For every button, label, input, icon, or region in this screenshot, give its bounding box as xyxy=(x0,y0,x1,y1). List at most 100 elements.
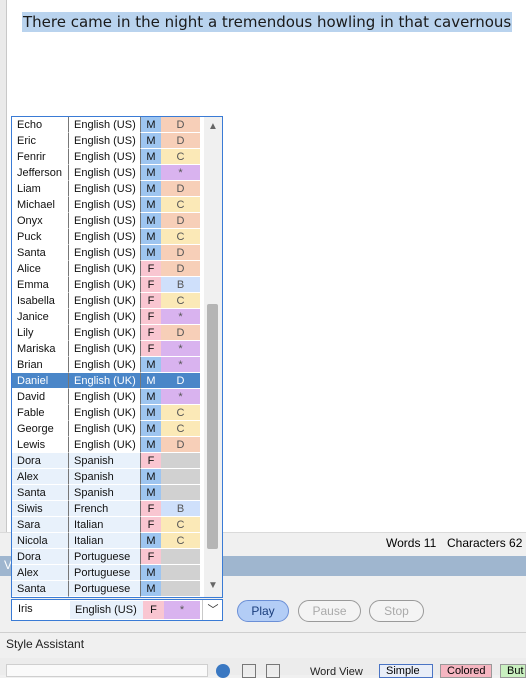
word-view-label: Word View xyxy=(310,666,363,678)
voice-gender: F xyxy=(140,277,161,293)
editor-text[interactable]: There came in the night a tremendous how… xyxy=(22,12,513,32)
voice-list-row[interactable]: Emma English (UK) F B xyxy=(12,277,200,293)
grid-icon[interactable] xyxy=(242,664,256,678)
chevron-down-icon[interactable]: ﹀ xyxy=(202,600,223,620)
voice-list-row[interactable]: Siwis French F B xyxy=(12,501,200,517)
voice-language: Spanish xyxy=(68,469,140,485)
document-icon[interactable] xyxy=(266,664,280,678)
style-assistant-input[interactable] xyxy=(6,664,208,677)
voice-list-row[interactable]: Dora Portuguese F xyxy=(12,549,200,565)
voice-list-row[interactable]: Janice English (UK) F * xyxy=(12,309,200,325)
info-icon[interactable] xyxy=(216,664,230,678)
voice-gender: M xyxy=(140,581,161,597)
voice-select-language: English (US) xyxy=(70,601,143,619)
pause-button[interactable]: Pause xyxy=(298,600,361,622)
voice-name: David xyxy=(12,389,68,405)
voice-list-row[interactable]: George English (UK) M C xyxy=(12,421,200,437)
voice-name: Alex xyxy=(12,469,68,485)
voice-gender: F xyxy=(140,517,161,533)
voice-list-row[interactable]: Jefferson English (US) M * xyxy=(12,165,200,181)
voice-rating: D xyxy=(161,245,200,261)
voice-name: Echo xyxy=(12,117,68,133)
voice-list-row[interactable]: Sara Italian F C xyxy=(12,517,200,533)
scroll-down-icon[interactable]: ▼ xyxy=(204,579,222,593)
voice-language: English (US) xyxy=(68,213,140,229)
voice-language: English (US) xyxy=(68,197,140,213)
voice-list-row[interactable]: Dora Spanish F xyxy=(12,453,200,469)
voice-list-row[interactable]: Isabella English (UK) F C xyxy=(12,293,200,309)
voice-gender: M xyxy=(140,421,161,437)
voice-list-row[interactable]: Santa English (US) M D xyxy=(12,245,200,261)
voice-list-row[interactable]: Alex Portuguese M xyxy=(12,565,200,581)
voice-gender: M xyxy=(140,405,161,421)
colored-view-button[interactable]: Colored xyxy=(440,664,492,678)
voice-list-row[interactable]: Alice English (UK) F D xyxy=(12,261,200,277)
voice-rating xyxy=(161,485,200,501)
voice-list-row[interactable]: Santa Spanish M xyxy=(12,485,200,501)
voice-select-name: Iris xyxy=(18,603,33,615)
voice-name: Michael xyxy=(12,197,68,213)
voice-name: Isabella xyxy=(12,293,68,309)
voice-rating: D xyxy=(161,213,200,229)
voice-list-row[interactable]: David English (UK) M * xyxy=(12,389,200,405)
voice-list-row[interactable]: Fenrir English (US) M C xyxy=(12,149,200,165)
voice-list-row[interactable]: Brian English (UK) M * xyxy=(12,357,200,373)
voice-gender: M xyxy=(140,149,161,165)
voice-name: Puck xyxy=(12,229,68,245)
voice-gender: M xyxy=(140,565,161,581)
but-view-button[interactable]: But xyxy=(500,664,526,678)
voice-language: English (UK) xyxy=(68,341,140,357)
voice-list-row[interactable]: Echo English (US) M D xyxy=(12,117,200,133)
voice-list-row[interactable]: Michael English (US) M C xyxy=(12,197,200,213)
voice-language: English (UK) xyxy=(68,325,140,341)
voice-list-row[interactable]: Daniel English (UK) M D xyxy=(12,373,200,389)
voice-gender: M xyxy=(140,181,161,197)
voice-rating xyxy=(161,453,200,469)
voice-gender: F xyxy=(140,309,161,325)
voice-name: Jefferson xyxy=(12,165,68,181)
voice-name: Nicola xyxy=(12,533,68,549)
voice-gender: M xyxy=(140,437,161,453)
voice-language: English (UK) xyxy=(68,277,140,293)
voice-gender: F xyxy=(140,261,161,277)
voice-list-row[interactable]: Onyx English (US) M D xyxy=(12,213,200,229)
voice-gender: M xyxy=(140,165,161,181)
voice-list[interactable]: Echo English (US) M D Eric English (US) M D Fenr… xyxy=(12,117,200,597)
voice-name: George xyxy=(12,421,68,437)
voice-name: Emma xyxy=(12,277,68,293)
voice-rating xyxy=(161,549,200,565)
voice-name: Alice xyxy=(12,261,68,277)
voice-list-row[interactable]: Alex Spanish M xyxy=(12,469,200,485)
voice-language: English (US) xyxy=(68,165,140,181)
voice-rating: C xyxy=(161,533,200,549)
voice-rating: D xyxy=(161,325,200,341)
voice-list-row[interactable]: Mariska English (UK) F * xyxy=(12,341,200,357)
voice-gender: M xyxy=(140,229,161,245)
voice-rating: D xyxy=(161,373,200,389)
voice-list-row[interactable]: Eric English (US) M D xyxy=(12,133,200,149)
voice-name: Janice xyxy=(12,309,68,325)
stop-button[interactable]: Stop xyxy=(369,600,424,622)
scroll-thumb[interactable] xyxy=(207,304,218,549)
voice-rating: C xyxy=(161,293,200,309)
voice-list-row[interactable]: Santa Portuguese M xyxy=(12,581,200,597)
play-button[interactable]: Play xyxy=(237,600,289,622)
voice-gender: F xyxy=(140,325,161,341)
voice-name: Fable xyxy=(12,405,68,421)
voice-name: Santa xyxy=(12,485,68,501)
voice-rating: D xyxy=(161,117,200,133)
voice-list-row[interactable]: Liam English (US) M D xyxy=(12,181,200,197)
voice-list-row[interactable]: Nicola Italian M C xyxy=(12,533,200,549)
simple-view-button[interactable]: Simple xyxy=(379,664,433,678)
voice-list-row[interactable]: Lewis English (UK) M D xyxy=(12,437,200,453)
voice-rating: C xyxy=(161,405,200,421)
voice-rating: C xyxy=(161,517,200,533)
voice-language: English (US) xyxy=(68,181,140,197)
scroll-up-icon[interactable]: ▲ xyxy=(204,120,222,134)
voice-name: Eric xyxy=(12,133,68,149)
voice-select[interactable]: Iris English (US) F * ﹀ xyxy=(11,599,223,621)
voice-rating: * xyxy=(161,341,200,357)
voice-list-row[interactable]: Puck English (US) M C xyxy=(12,229,200,245)
voice-list-row[interactable]: Lily English (UK) F D xyxy=(12,325,200,341)
voice-list-row[interactable]: Fable English (UK) M C xyxy=(12,405,200,421)
